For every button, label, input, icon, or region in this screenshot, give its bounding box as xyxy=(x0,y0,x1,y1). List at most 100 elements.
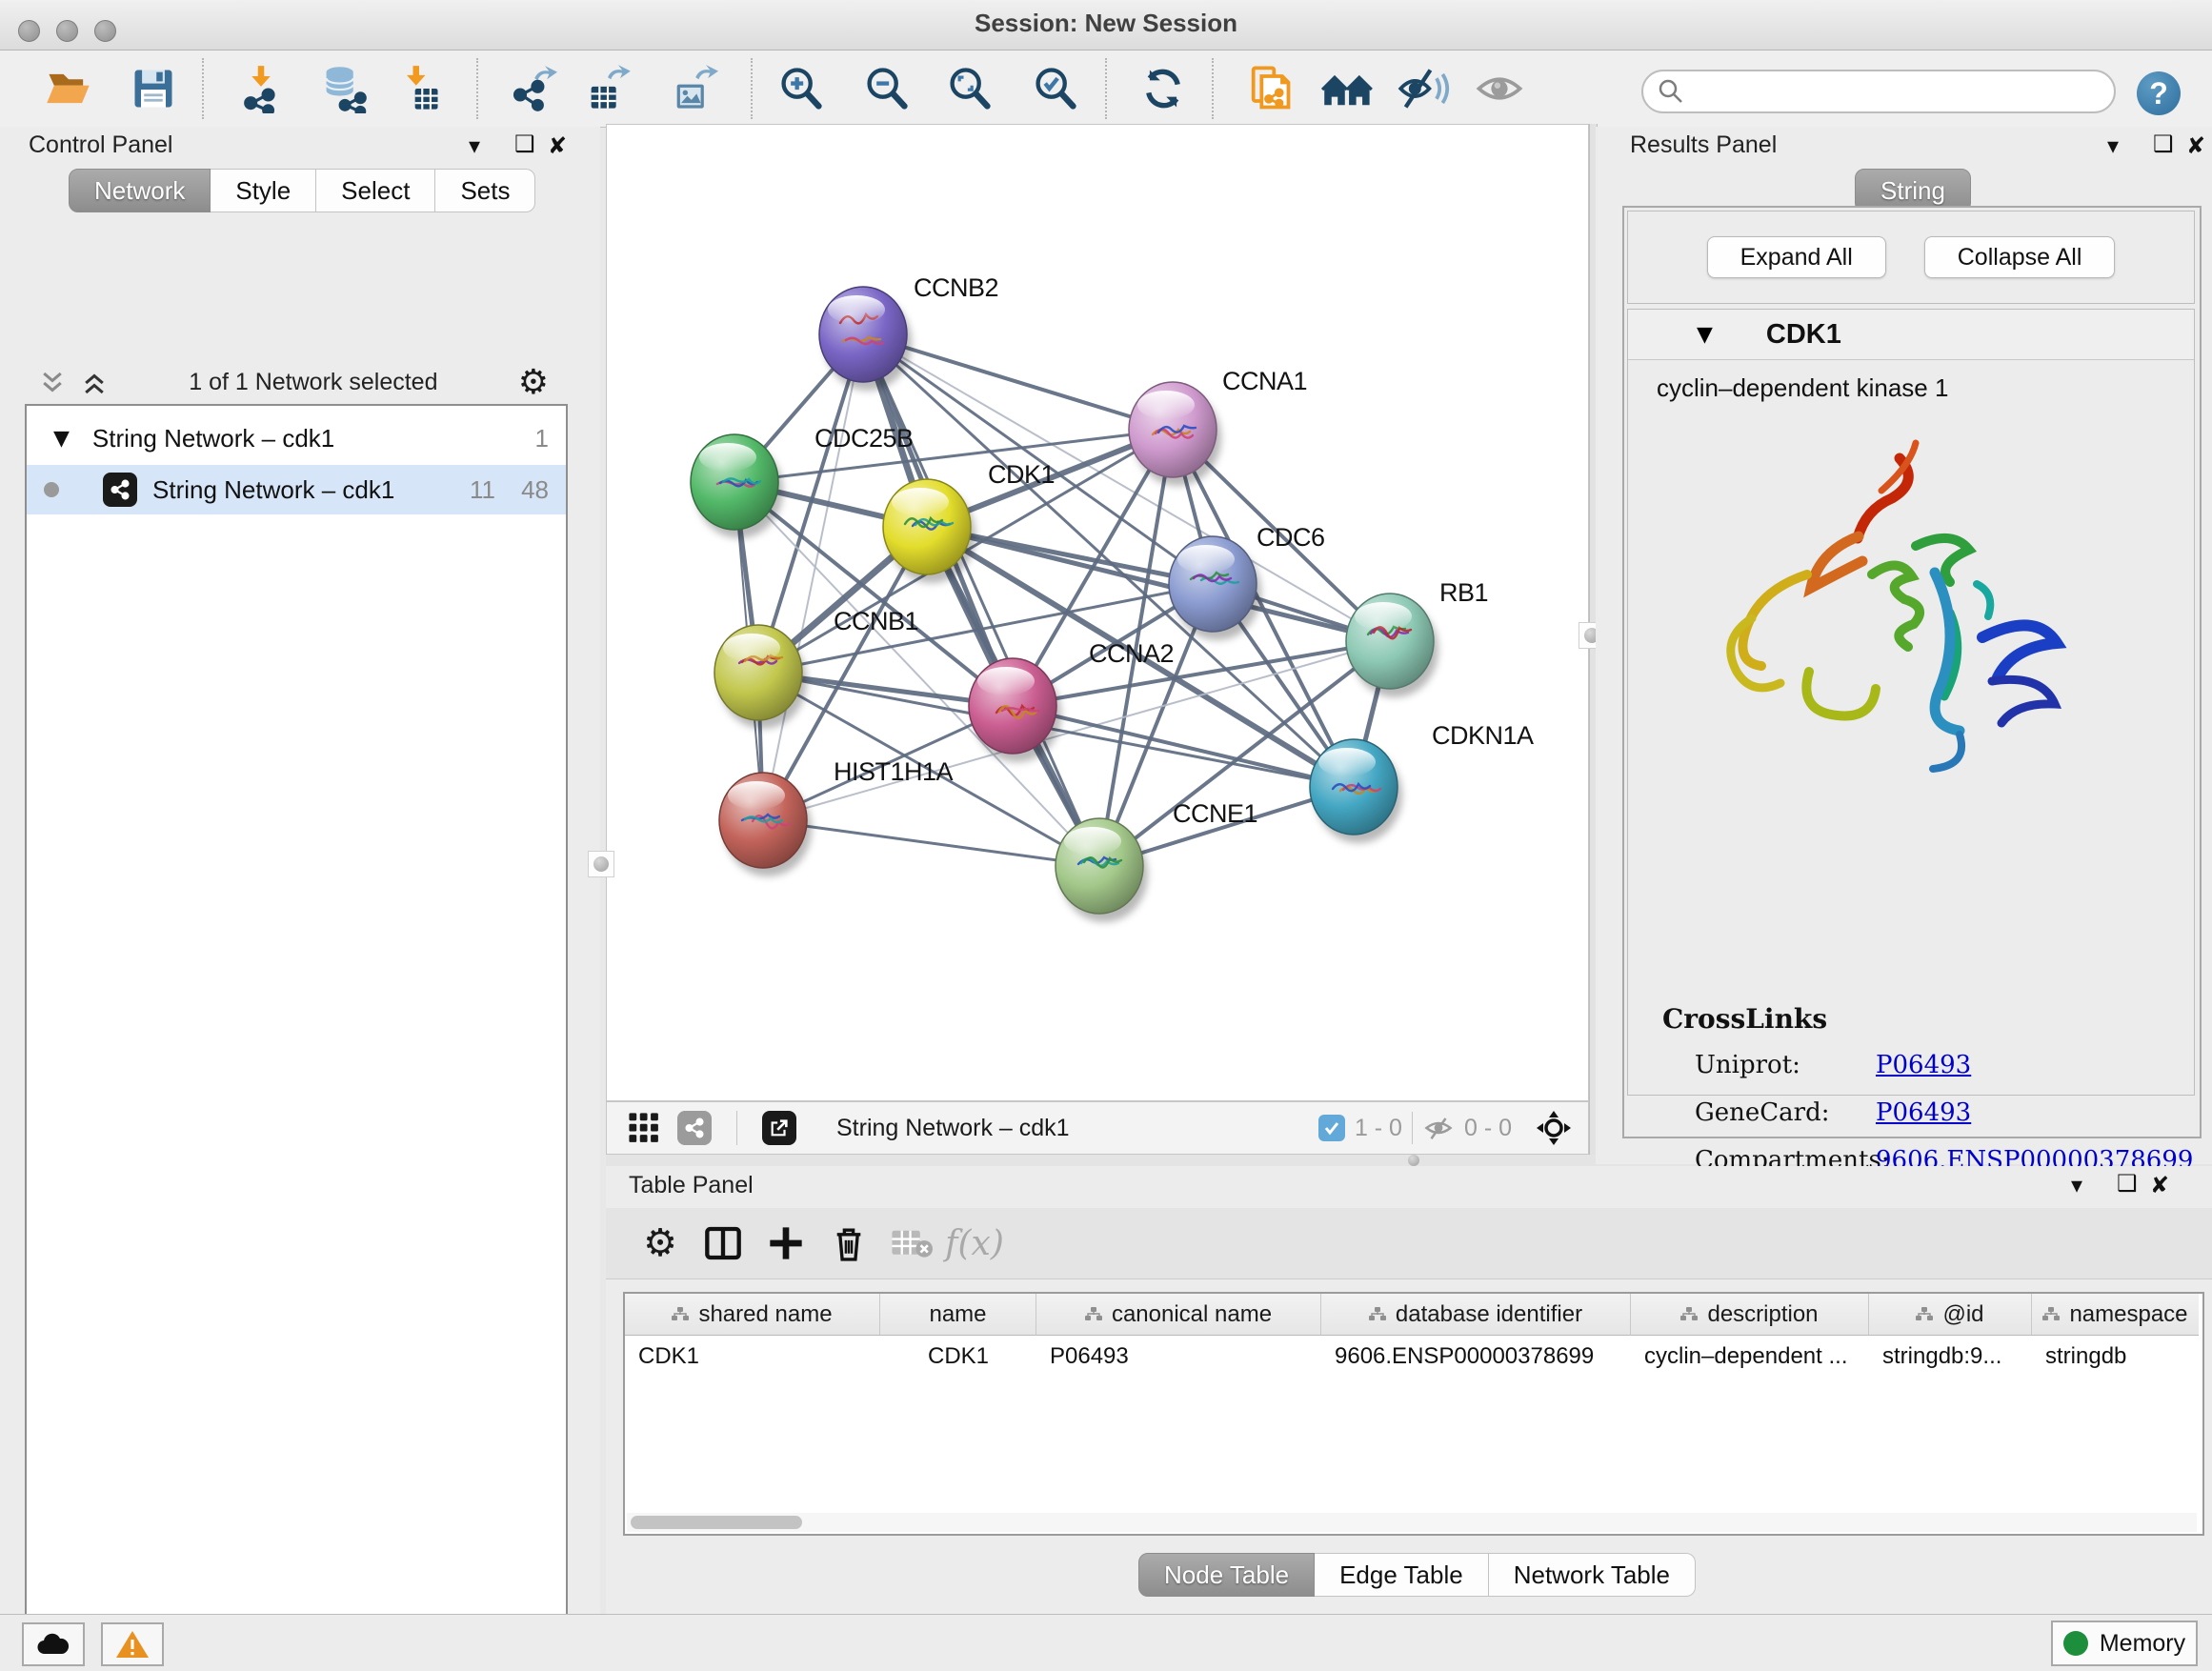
copy-style-button[interactable] xyxy=(1243,62,1297,115)
network-node-CDKN1A[interactable]: CDKN1A xyxy=(1310,721,1534,843)
zoom-in-button[interactable] xyxy=(774,62,828,115)
collapse-all-button[interactable]: Collapse All xyxy=(1924,236,2116,278)
network-node-RB1[interactable]: RB1 xyxy=(1346,578,1488,697)
panel-float-icon[interactable]: ❑ xyxy=(2153,131,2174,157)
network-node-CCNE1[interactable]: CCNE1 xyxy=(1056,799,1257,922)
network-node-CCNA1[interactable]: CCNA1 xyxy=(1129,367,1307,486)
network-row-selected[interactable]: String Network – cdk1 11 48 xyxy=(27,465,566,514)
uniprot-link[interactable]: P06493 xyxy=(1876,1051,1971,1079)
network-node-CDC6[interactable]: CDC6 xyxy=(1169,523,1325,640)
network-node-CCNA2[interactable]: CCNA2 xyxy=(969,639,1174,762)
network-view-share-icon[interactable] xyxy=(677,1111,712,1145)
network-canvas[interactable]: CCNB2CCNA1CDC25BCDK1CDC6RB1CCNB1CCNA2CDK… xyxy=(606,124,1589,1101)
help-button[interactable]: ? xyxy=(2137,71,2181,115)
network-graph[interactable]: CCNB2CCNA1CDC25BCDK1CDC6RB1CCNB1CCNA2CDK… xyxy=(607,125,1588,1100)
selected-indicator-checkbox[interactable] xyxy=(1318,1115,1345,1141)
panel-float-icon[interactable]: ❑ xyxy=(2117,1170,2138,1197)
scrollbar-thumb[interactable] xyxy=(631,1516,802,1529)
cell-description[interactable]: cyclin–dependent ... xyxy=(1631,1336,1869,1378)
network-edge-CCNB2-HIST1H1A[interactable] xyxy=(763,334,863,820)
cell-name[interactable]: CDK1 xyxy=(880,1336,1036,1378)
export-table-button[interactable] xyxy=(581,62,634,115)
bottom-splitter-handle[interactable] xyxy=(1401,1155,1426,1166)
column-header-id[interactable]: @id xyxy=(1869,1294,2032,1336)
delete-column-icon[interactable] xyxy=(817,1215,880,1272)
horizontal-scrollbar[interactable] xyxy=(627,1513,2197,1532)
cell-canonical-name[interactable]: P06493 xyxy=(1036,1336,1321,1378)
table-row[interactable]: CDK1 CDK1 P06493 9606.ENSP00000378699 cy… xyxy=(625,1336,2202,1378)
cell-namespace[interactable]: stringdb xyxy=(2032,1336,2199,1378)
zoom-selected-button[interactable] xyxy=(1029,62,1082,115)
import-table-button[interactable] xyxy=(392,62,446,115)
warnings-button[interactable] xyxy=(101,1622,164,1666)
cytoscape-window: Session: New Session xyxy=(0,0,2212,1671)
table-settings-gear-icon[interactable]: ⚙ xyxy=(629,1215,692,1272)
network-collection-row[interactable]: ▼ String Network – cdk1 1 xyxy=(27,413,566,463)
add-column-icon[interactable] xyxy=(754,1215,817,1272)
column-header-name[interactable]: name xyxy=(880,1294,1036,1336)
function-builder-icon[interactable]: f(x) xyxy=(943,1215,1006,1272)
column-header-canonical-name[interactable]: canonical name xyxy=(1036,1294,1321,1336)
cell-shared-name[interactable]: CDK1 xyxy=(625,1336,880,1378)
panel-close-icon[interactable]: ✘ xyxy=(548,132,567,159)
panel-menu-icon[interactable]: ▾ xyxy=(2071,1172,2082,1198)
tab-select[interactable]: Select xyxy=(316,169,435,212)
cloud-status-button[interactable] xyxy=(22,1622,85,1666)
refresh-button[interactable] xyxy=(1136,62,1190,115)
search-field[interactable] xyxy=(1641,70,2116,113)
tab-edge-table[interactable]: Edge Table xyxy=(1315,1553,1489,1597)
gear-icon[interactable]: ⚙ xyxy=(518,363,549,402)
genecard-link[interactable]: P06493 xyxy=(1876,1098,1971,1127)
panel-float-icon[interactable]: ❑ xyxy=(514,131,535,157)
export-network-button[interactable] xyxy=(506,62,559,115)
status-bar: Memory xyxy=(0,1614,2212,1671)
cell-id[interactable]: stringdb:9... xyxy=(1869,1336,2032,1378)
export-image-button[interactable] xyxy=(667,62,720,115)
zoom-out-button[interactable] xyxy=(860,62,914,115)
network-edge-CCNB2-CCNE1[interactable] xyxy=(863,334,1099,866)
show-all-button[interactable] xyxy=(1473,62,1526,115)
grid-view-icon[interactable] xyxy=(628,1112,660,1144)
network-node-CDC25B[interactable]: CDC25B xyxy=(691,424,914,538)
panel-menu-icon[interactable]: ▾ xyxy=(469,132,480,159)
tab-style[interactable]: Style xyxy=(211,169,316,212)
show-columns-icon[interactable] xyxy=(692,1215,754,1272)
column-header-description[interactable]: description xyxy=(1631,1294,1869,1336)
collapse-all-icon[interactable] xyxy=(38,369,67,397)
delete-table-icon[interactable] xyxy=(880,1215,943,1272)
hide-selection-button[interactable] xyxy=(1398,62,1451,115)
open-session-button[interactable] xyxy=(42,62,95,115)
home-button[interactable] xyxy=(1321,62,1375,115)
expand-all-icon[interactable] xyxy=(80,369,109,397)
panel-menu-icon[interactable]: ▾ xyxy=(2107,132,2119,159)
window-title: Session: New Session xyxy=(0,0,2212,50)
tab-node-table[interactable]: Node Table xyxy=(1138,1553,1315,1597)
expand-all-button[interactable]: Expand All xyxy=(1707,236,1886,278)
search-input[interactable] xyxy=(1685,77,2089,106)
cell-database-identifier[interactable]: 9606.ENSP00000378699 xyxy=(1321,1336,1631,1378)
column-header-namespace[interactable]: namespace xyxy=(2032,1294,2199,1336)
import-network-database-button[interactable] xyxy=(317,62,371,115)
import-network-file-button[interactable] xyxy=(234,62,288,115)
network-node-HIST1H1A[interactable]: HIST1H1A xyxy=(719,757,954,876)
tab-network-table[interactable]: Network Table xyxy=(1489,1553,1696,1597)
detach-view-icon[interactable] xyxy=(762,1111,796,1145)
network-edge-HIST1H1A-CCNE1[interactable] xyxy=(763,820,1099,866)
tab-sets[interactable]: Sets xyxy=(435,169,535,212)
network-node-CCNB2[interactable]: CCNB2 xyxy=(819,273,998,391)
panel-close-icon[interactable]: ✘ xyxy=(2186,132,2205,159)
node-details-header[interactable]: ▼ CDK1 xyxy=(1628,310,2194,360)
save-session-button[interactable] xyxy=(127,62,180,115)
node-label-CDKN1A: CDKN1A xyxy=(1432,721,1534,750)
birds-eye-toggle-icon[interactable] xyxy=(1535,1109,1573,1147)
memory-button[interactable]: Memory xyxy=(2051,1621,2198,1666)
left-splitter-handle[interactable] xyxy=(588,851,614,877)
tab-network[interactable]: Network xyxy=(69,169,211,212)
panel-close-icon[interactable]: ✘ xyxy=(2150,1172,2169,1198)
zoom-fit-button[interactable] xyxy=(943,62,996,115)
column-header-database-identifier[interactable]: database identifier xyxy=(1321,1294,1631,1336)
column-header-shared-name[interactable]: shared name xyxy=(625,1294,880,1336)
collapse-triangle-icon[interactable]: ▼ xyxy=(53,427,70,451)
network-edge-CCNA2-CDKN1A[interactable] xyxy=(1013,706,1354,787)
collapse-triangle-icon[interactable]: ▼ xyxy=(1697,323,1713,347)
